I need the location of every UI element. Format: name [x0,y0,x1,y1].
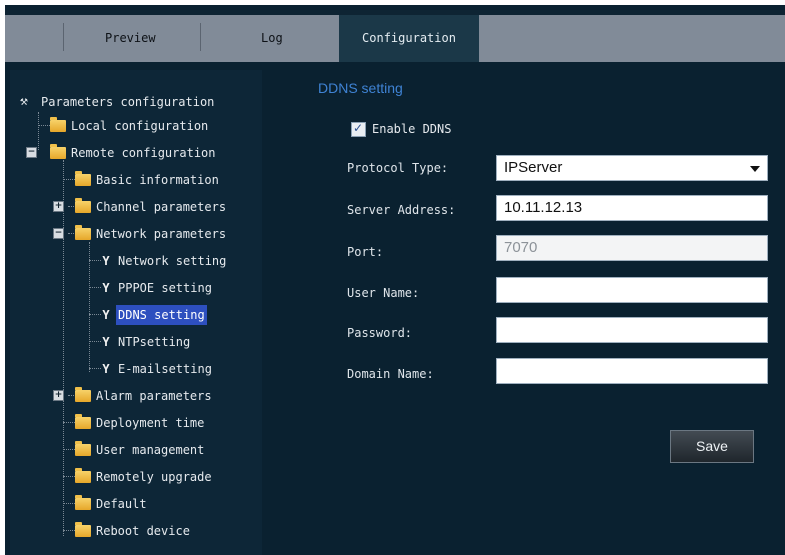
tree-item-network-setting[interactable]: Y Network setting [99,250,228,270]
expand-icon[interactable]: + [53,201,64,212]
tree-item-network-parameters[interactable]: Network parameters [75,223,228,243]
folder-icon [75,440,91,456]
tree-item-label: PPPOE setting [118,280,212,295]
tree-item-label-selected: DDNS setting [116,304,207,325]
save-button[interactable]: Save [670,430,754,463]
tree-connector [63,160,64,536]
domain-name-input[interactable] [496,358,768,384]
folder-icon [75,467,91,483]
tree-item-reboot-device[interactable]: Reboot device [75,520,192,540]
tree-item-remote-configuration[interactable]: Remote configuration [50,142,218,162]
expand-icon[interactable]: + [53,390,64,401]
tree-item-ddns-setting[interactable]: Y DDNS setting [99,304,207,325]
folder-icon [75,521,91,537]
folder-icon [75,386,91,402]
folder-icon [75,197,91,213]
wrench-icon: Y [102,334,110,349]
section-title: DDNS setting [318,80,403,96]
tree-item-local-configuration[interactable]: Local configuration [50,115,210,135]
wrench-icon: Y [102,253,110,268]
tree-item-label: Network parameters [96,226,227,241]
tree-connector [89,242,90,372]
server-address-label: Server Address: [347,203,456,217]
tree-item-label: Network setting [118,253,227,268]
port-input[interactable]: 7070 [496,235,768,261]
protocol-type-value: IPServer [504,159,563,176]
folder-icon [75,170,91,186]
tree-item-user-management[interactable]: User management [75,439,206,459]
tree-item-label: Parameters configuration [41,94,215,109]
tab-configuration[interactable]: Configuration [339,15,479,62]
domain-name-label: Domain Name: [347,367,434,381]
wrench-icon: Y [102,280,110,295]
folder-icon [50,116,66,132]
password-input[interactable] [496,317,768,343]
tree-item-label: NTPsetting [118,334,191,349]
chevron-down-icon [750,166,760,172]
server-address-input[interactable]: 10.11.12.13 [496,195,768,221]
tree-item-email-setting[interactable]: Y E-mailsetting [99,358,214,378]
tree-item-label: Deployment time [96,415,205,430]
tree-item-label: Basic information [96,172,219,187]
user-name-label: User Name: [347,286,420,300]
tree-item-ntp-setting[interactable]: Y NTPsetting [99,331,192,351]
tree-item-alarm-parameters[interactable]: Alarm parameters [75,385,214,405]
collapse-icon[interactable]: − [53,228,64,239]
config-tree-icon: ⚒ [20,93,28,109]
tree-item-default[interactable]: Default [75,493,149,513]
protocol-type-select[interactable]: IPServer [496,155,768,181]
folder-icon [50,143,66,159]
wrench-icon: Y [102,307,110,322]
user-name-input[interactable] [496,277,768,303]
enable-ddns-label: Enable DDNS [372,122,452,136]
tree-item-basic-information[interactable]: Basic information [75,169,221,189]
tab-log[interactable]: Log [261,24,283,52]
tree-item-label: Alarm parameters [96,388,212,403]
port-label: Port: [347,245,384,259]
collapse-icon[interactable]: − [26,147,37,158]
wrench-icon: Y [102,361,110,376]
tree-connector [38,112,39,150]
protocol-type-label: Protocol Type: [347,161,449,175]
tree-item-remotely-upgrade[interactable]: Remotely upgrade [75,466,214,486]
tree-item-channel-parameters[interactable]: Channel parameters [75,196,228,216]
top-tab-bar: Preview Log Configuration [5,10,785,62]
tree-item-label: Local configuration [71,118,209,133]
tree-item-pppoe-setting[interactable]: Y PPPOE setting [99,277,214,297]
tree-item-label: Reboot device [96,523,190,538]
enable-ddns-checkbox[interactable] [351,121,366,137]
tree-item-label: Remotely upgrade [96,469,212,484]
tab-separator [200,23,201,51]
password-label: Password: [347,326,413,340]
tree-item-label: Remote configuration [71,145,216,160]
tree-item-parameters-configuration[interactable]: ⚒ Parameters configuration [20,91,216,111]
tree-item-deployment-time[interactable]: Deployment time [75,412,206,432]
tree-item-label: User management [96,442,205,457]
tree-item-label: Channel parameters [96,199,227,214]
tab-separator [63,23,64,51]
parameters-tree: − + − + ⚒ Parameters configuration Local … [10,70,262,555]
tree-item-label: Default [96,496,147,511]
tab-preview[interactable]: Preview [105,24,156,52]
folder-icon [75,413,91,429]
tree-item-label: E-mailsetting [118,361,212,376]
folder-icon [75,224,91,240]
folder-icon [75,494,91,510]
